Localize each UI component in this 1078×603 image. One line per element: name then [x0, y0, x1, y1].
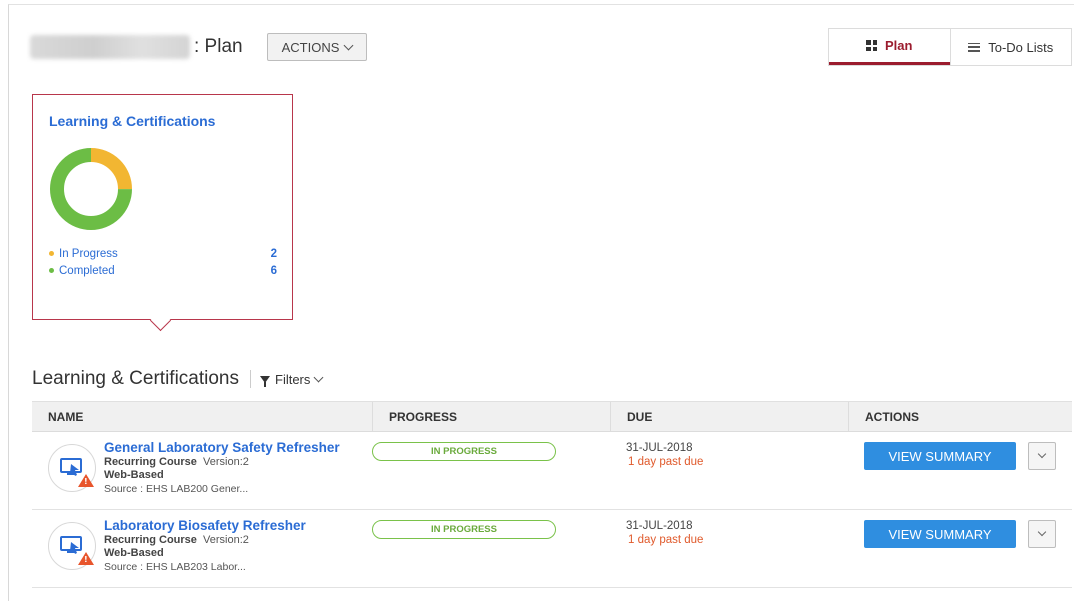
legend-in-progress-count: 2 — [270, 247, 277, 260]
course-type: Recurring Course Version:2 — [104, 534, 249, 547]
due-cell: 31-JUL-2018 1 day past due — [610, 510, 848, 587]
tab-plan[interactable]: Plan — [829, 29, 950, 65]
learning-summary-card[interactable]: Learning & Certifications In Progress 2 … — [32, 94, 293, 320]
tab-todo-label: To-Do Lists — [988, 39, 1054, 55]
progress-donut-chart — [50, 148, 132, 230]
list-icon — [968, 42, 981, 52]
view-summary-button[interactable]: VIEW SUMMARY — [864, 520, 1016, 548]
row-actions-dropdown[interactable] — [1028, 442, 1056, 470]
warning-icon: ! — [78, 474, 94, 487]
warning-icon: ! — [78, 552, 94, 565]
row-actions-dropdown[interactable] — [1028, 520, 1056, 548]
section-header: Learning & Certifications Filters — [32, 366, 324, 392]
in-progress-dot — [49, 251, 54, 256]
completed-dot — [49, 268, 54, 273]
table-row: ! General Laboratory Safety Refresher Re… — [32, 432, 1072, 510]
course-source: Source : EHS LAB203 Labor... — [104, 560, 246, 573]
actions-cell: VIEW SUMMARY — [848, 510, 1072, 587]
table-row: ! Laboratory Biosafety Refresher Recurri… — [32, 510, 1072, 588]
actions-button-label: ACTIONS — [281, 39, 340, 55]
course-title-link[interactable]: General Laboratory Safety Refresher — [104, 440, 340, 456]
actions-button[interactable]: ACTIONS — [266, 33, 368, 61]
status-badge: IN PROGRESS — [372, 442, 556, 461]
tab-todo-lists[interactable]: To-Do Lists — [949, 29, 1072, 65]
course-delivery: Web-Based — [104, 547, 164, 560]
dashboard-grid-icon — [866, 40, 878, 51]
name-cell: ! General Laboratory Safety Refresher Re… — [32, 432, 372, 509]
legend-completed[interactable]: Completed 6 — [49, 262, 277, 279]
column-header-due[interactable]: DUE — [610, 402, 848, 431]
due-status: 1 day past due — [628, 534, 704, 546]
page-header: : Plan ACTIONS — [30, 32, 368, 62]
filters-button[interactable]: Filters — [260, 371, 324, 387]
progress-cell: IN PROGRESS — [372, 432, 610, 509]
status-badge: IN PROGRESS — [372, 520, 556, 539]
redacted-user-name — [30, 35, 190, 59]
section-title: Learning & Certifications — [32, 368, 239, 389]
page-title: : Plan — [194, 36, 243, 57]
progress-cell: IN PROGRESS — [372, 510, 610, 587]
chevron-down-icon — [343, 40, 354, 50]
view-tabs: Plan To-Do Lists — [828, 28, 1072, 66]
tab-plan-label: Plan — [885, 38, 913, 53]
course-delivery: Web-Based — [104, 469, 164, 482]
due-status: 1 day past due — [628, 456, 704, 468]
course-source: Source : EHS LAB200 Gener... — [104, 482, 249, 495]
course-info: Laboratory Biosafety Refresher Recurring… — [104, 518, 306, 573]
column-header-name[interactable]: NAME — [32, 402, 372, 431]
chevron-down-icon — [313, 372, 324, 382]
divider — [250, 370, 251, 388]
column-header-actions: ACTIONS — [848, 402, 1072, 431]
filters-label: Filters — [275, 371, 311, 387]
chevron-down-icon — [1037, 449, 1047, 459]
actions-cell: VIEW SUMMARY — [848, 432, 1072, 509]
view-summary-button[interactable]: VIEW SUMMARY — [864, 442, 1016, 470]
legend-in-progress[interactable]: In Progress 2 — [49, 245, 277, 262]
table-header: NAME PROGRESS DUE ACTIONS — [32, 401, 1072, 432]
filter-icon — [260, 375, 270, 387]
name-cell: ! Laboratory Biosafety Refresher Recurri… — [32, 510, 372, 587]
chevron-down-icon — [1037, 527, 1047, 537]
due-date: 31-JUL-2018 — [626, 442, 693, 454]
legend-in-progress-label: In Progress — [59, 247, 118, 260]
course-info: General Laboratory Safety Refresher Recu… — [104, 440, 340, 495]
summary-legend: In Progress 2 Completed 6 — [49, 245, 277, 279]
legend-completed-label: Completed — [59, 264, 115, 277]
legend-completed-count: 6 — [270, 264, 277, 277]
column-header-progress[interactable]: PROGRESS — [372, 402, 610, 431]
learning-table: NAME PROGRESS DUE ACTIONS ! General Labo… — [32, 401, 1072, 588]
due-cell: 31-JUL-2018 1 day past due — [610, 432, 848, 509]
course-type: Recurring Course Version:2 — [104, 456, 249, 469]
due-date: 31-JUL-2018 — [626, 520, 693, 532]
summary-card-title: Learning & Certifications — [49, 113, 216, 129]
course-title-link[interactable]: Laboratory Biosafety Refresher — [104, 518, 306, 534]
